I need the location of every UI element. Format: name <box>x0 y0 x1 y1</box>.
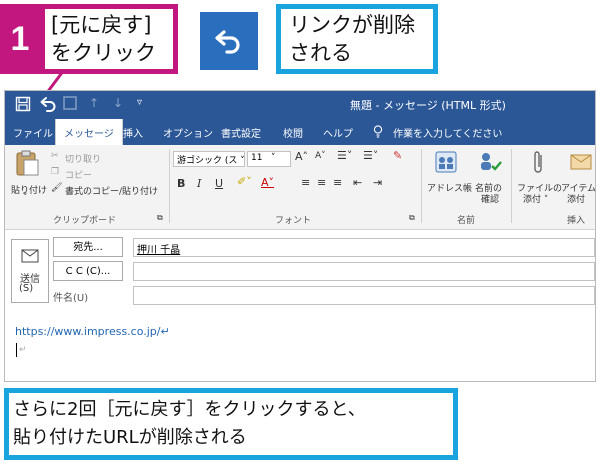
tab-help[interactable]: ヘルプ <box>323 125 353 140</box>
bullets-icon[interactable]: ☰˅ <box>337 149 352 162</box>
customize-qat-icon[interactable]: ▿ <box>137 97 142 108</box>
numbering-icon[interactable]: ☰˅ <box>363 149 378 162</box>
save-icon[interactable] <box>15 96 31 112</box>
text-cursor <box>16 343 17 357</box>
paperclip-icon <box>531 149 545 181</box>
step-callout-text: [元に戻す] をクリック <box>45 9 173 69</box>
step-text-line2: をクリック <box>51 41 156 65</box>
address-book-button[interactable]: アドレス帳 <box>427 181 472 194</box>
font-name-value: 游ゴシック (ス <box>177 156 238 166</box>
italic-icon[interactable]: I <box>197 177 201 190</box>
attach-file-line2[interactable]: 添付 ˅ <box>523 192 548 205</box>
clear-formatting-icon[interactable]: ✎ <box>393 149 402 162</box>
tab-message[interactable]: メッセージ <box>55 119 123 145</box>
send-envelope-icon <box>21 249 39 263</box>
clipboard-launcher-icon[interactable]: ⧉ <box>157 213 163 223</box>
result-text-line1: リンクが削除 <box>289 13 415 37</box>
outlook-message-window: ↑ ↓ ▿ 無題 - メッセージ (HTML 形式) ファイル メッセージ 挿入… <box>4 90 596 382</box>
caption-text: さらに2回［元に戻す］をクリックすると、 貼り付けたURLが削除される <box>9 393 453 455</box>
move-down-icon[interactable]: ↓ <box>113 96 123 110</box>
group-separator <box>511 149 512 223</box>
format-painter-button[interactable]: 書式のコピー/貼り付け <box>65 184 158 197</box>
tell-me-box[interactable]: 作業を入力してください <box>393 125 502 140</box>
group-separator <box>421 149 422 223</box>
paste-dropdown-icon[interactable]: ˅ <box>23 193 28 203</box>
ribbon-body: 貼り付け ˅ ✂ 切り取り ❐ コピー 🖌 書式のコピー/貼り付け クリップボー… <box>5 145 595 230</box>
undo-icon <box>215 30 240 54</box>
cut-button[interactable]: 切り取り <box>65 152 101 165</box>
grow-font-icon[interactable]: A˄ <box>295 150 308 163</box>
window-title: 無題 - メッセージ (HTML 形式) <box>350 99 506 112</box>
font-size-combo[interactable]: 11 ˅ <box>247 151 291 167</box>
step-text-line1: [元に戻す] <box>51 13 152 37</box>
caption-line1: さらに2回［元に戻す］をクリックすると、 <box>13 399 366 420</box>
caption-line2: 貼り付けたURLが削除される <box>13 427 247 448</box>
font-color-icon[interactable]: A˅ <box>261 176 274 189</box>
send-label-line2: (S) <box>19 283 34 294</box>
undo-icon-large <box>200 12 258 70</box>
attach-item-icon <box>569 149 593 179</box>
tab-review[interactable]: 校閲 <box>283 125 303 140</box>
decrease-indent-icon[interactable]: ⇤ <box>353 176 362 189</box>
underline-icon[interactable]: U <box>215 177 223 190</box>
tab-file[interactable]: ファイル <box>13 125 53 140</box>
subject-field[interactable] <box>133 286 595 305</box>
increase-indent-icon[interactable]: ⇥ <box>373 176 382 189</box>
to-field[interactable]: 押川 千晶 <box>133 238 595 257</box>
to-recipient[interactable]: 押川 千晶 <box>137 245 180 256</box>
paste-icon[interactable] <box>13 149 43 179</box>
copy-icon: ❐ <box>51 167 60 177</box>
step-number-badge: 1 <box>0 4 40 74</box>
copy-button[interactable]: コピー <box>65 168 92 181</box>
align-right-icon[interactable]: ≡ <box>333 176 342 189</box>
font-launcher-icon[interactable]: ⧉ <box>409 213 415 223</box>
lightbulb-icon <box>373 125 383 141</box>
tab-insert[interactable]: 挿入 <box>123 125 143 140</box>
cc-button[interactable]: C C (C)... <box>53 261 123 281</box>
result-callout-text: リンクが削除 される <box>281 9 433 69</box>
paste-button[interactable]: 貼り付け <box>11 183 47 196</box>
cc-field[interactable] <box>133 262 595 281</box>
body-url-text[interactable]: https://www.impress.co.jp/↵ <box>15 325 170 338</box>
undo-icon[interactable] <box>39 95 57 113</box>
font-group-label: フォント <box>275 216 312 226</box>
tab-options[interactable]: オプション <box>163 125 213 140</box>
format-painter-icon: 🖌 <box>51 183 63 193</box>
paragraph-mark: ↵ <box>19 345 27 355</box>
ribbon-tabs: ファイル メッセージ 挿入 オプション 書式設定 校閲 ヘルプ 作業を入力してく… <box>5 119 595 145</box>
to-button[interactable]: 宛先... <box>53 237 123 257</box>
check-names-icon <box>477 149 503 179</box>
align-center-icon[interactable]: ≡ <box>317 176 326 189</box>
font-name-combo[interactable]: 游ゴシック (ス ˅ <box>173 151 245 167</box>
subject-label: 件名(U) <box>53 293 89 304</box>
font-size-value: 11 <box>251 153 263 163</box>
highlight-icon[interactable]: ✐˅ <box>237 175 252 188</box>
group-separator <box>169 149 170 223</box>
bold-icon[interactable]: B <box>177 177 185 190</box>
move-up-icon[interactable]: ↑ <box>89 96 99 110</box>
names-group-label: 名前 <box>457 216 476 226</box>
insert-group-label: 挿入 <box>567 216 586 226</box>
check-names-line2[interactable]: 確認 <box>481 192 499 205</box>
message-body[interactable]: https://www.impress.co.jp/↵ ↵ <box>5 317 595 381</box>
send-button[interactable]: 送信 (S) <box>11 239 49 303</box>
shrink-font-icon[interactable]: A˅ <box>315 151 326 161</box>
clipboard-group-label: クリップボード <box>53 216 117 226</box>
cut-icon: ✂ <box>51 151 59 161</box>
attach-item-line2[interactable]: 添付 <box>567 192 585 205</box>
address-book-icon <box>433 149 459 179</box>
title-bar: ↑ ↓ ▿ 無題 - メッセージ (HTML 形式) <box>5 91 595 119</box>
tab-format[interactable]: 書式設定 <box>221 125 261 140</box>
redo-icon[interactable] <box>63 96 77 110</box>
align-left-icon[interactable]: ≡ <box>301 176 310 189</box>
result-text-line2: される <box>289 41 352 65</box>
